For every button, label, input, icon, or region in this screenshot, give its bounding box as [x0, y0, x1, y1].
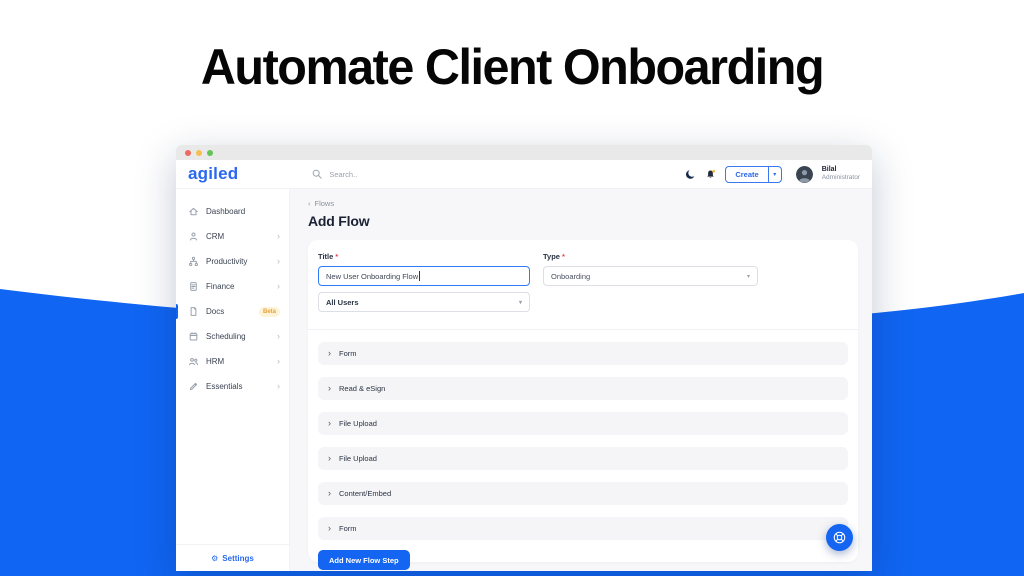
people-icon — [188, 356, 199, 367]
type-field: Type * Onboarding ▾ — [543, 252, 758, 286]
user-avatar[interactable] — [795, 165, 813, 183]
flow-step-content-embed[interactable]: › Content/Embed — [318, 482, 848, 505]
chevron-right-icon: › — [328, 523, 331, 533]
sidebar-item-docs[interactable]: Docs Beta — [176, 299, 289, 324]
pen-icon — [188, 381, 199, 392]
search-box[interactable] — [312, 168, 423, 180]
flow-step-form-1[interactable]: › Form — [318, 342, 848, 365]
search-icon — [312, 169, 323, 179]
sidebar-item-finance[interactable]: Finance › — [176, 274, 289, 299]
maximize-window-button[interactable] — [207, 149, 213, 156]
user-menu[interactable]: Bilal Administrator — [822, 166, 860, 183]
section-divider — [308, 329, 858, 330]
sidebar-item-crm[interactable]: CRM › — [176, 224, 289, 249]
caret-down-icon: ▾ — [746, 273, 750, 280]
flow-step-file-upload-1[interactable]: › File Upload — [318, 412, 848, 435]
settings-label: Settings — [222, 553, 254, 563]
user-role: Administrator — [821, 174, 860, 182]
back-icon: ‹ — [308, 199, 311, 208]
sidebar-item-essentials[interactable]: Essentials › — [176, 374, 289, 399]
chevron-right-icon: › — [277, 331, 280, 341]
sidebar-item-dashboard[interactable]: Dashboard — [176, 199, 289, 224]
create-split-button: Create ▾ — [725, 165, 782, 183]
home-icon — [188, 206, 199, 217]
sidebar-item-hrm[interactable]: HRM › — [176, 349, 289, 374]
add-new-flow-step-button[interactable]: Add New Flow Step — [318, 550, 410, 570]
chevron-right-icon: › — [277, 356, 280, 366]
app-window: agiled Create ▾ Bilal Administrat — [176, 145, 872, 571]
text-cursor — [419, 271, 421, 281]
calendar-icon — [188, 331, 199, 342]
sidebar-item-scheduling[interactable]: Scheduling › — [176, 324, 289, 349]
type-label: Type * — [543, 252, 565, 261]
chevron-right-icon: › — [277, 231, 280, 241]
chevron-right-icon: › — [328, 383, 331, 393]
flow-title-input[interactable]: New User Onboarding Flow — [318, 266, 530, 286]
create-button[interactable]: Create — [726, 167, 767, 182]
caret-down-icon: ▾ — [773, 171, 777, 178]
create-dropdown-button[interactable]: ▾ — [767, 166, 781, 182]
hierarchy-icon — [188, 256, 199, 267]
chevron-right-icon: › — [328, 348, 331, 358]
help-fab[interactable] — [826, 524, 853, 551]
chevron-right-icon: › — [328, 453, 331, 463]
chevron-right-icon: › — [277, 381, 280, 391]
moon-icon — [686, 169, 695, 179]
breadcrumb[interactable]: ‹ Flows — [308, 199, 858, 208]
chevron-right-icon: › — [277, 281, 280, 291]
notifications-button[interactable] — [705, 169, 716, 180]
lifebuoy-icon — [833, 531, 846, 544]
audience-select[interactable]: All Users ▾ — [318, 292, 530, 312]
main-content: ‹ Flows Add Flow Title * New User Onboard… — [290, 189, 872, 571]
user-icon — [188, 231, 199, 242]
flow-step-form-2[interactable]: › Form — [318, 517, 848, 540]
bell-icon — [707, 169, 716, 178]
document-icon — [188, 306, 199, 317]
caret-down-icon: ▾ — [518, 299, 522, 306]
search-input[interactable] — [327, 168, 423, 180]
flow-form-card: Title * New User Onboarding Flow Type * On… — [308, 240, 858, 570]
gear-icon: ⚙ — [211, 553, 219, 563]
header-actions: Create ▾ Bilal Administrator — [685, 165, 860, 183]
sidebar: Dashboard CRM › Productivity › Finance ›… — [176, 189, 290, 571]
sidebar-settings-button[interactable]: ⚙ Settings — [176, 544, 289, 571]
chevron-right-icon: › — [328, 488, 331, 498]
window-titlebar — [176, 145, 872, 160]
dark-mode-toggle[interactable] — [685, 169, 696, 180]
breadcrumb-label: Flows — [314, 199, 335, 208]
required-mark: * — [561, 252, 565, 261]
chevron-right-icon: › — [328, 418, 331, 428]
app-header: agiled Create ▾ Bilal Administrat — [176, 160, 872, 189]
flow-step-file-upload-2[interactable]: › File Upload — [318, 447, 848, 470]
title-field: Title * New User Onboarding Flow — [318, 252, 530, 286]
minimize-window-button[interactable] — [196, 149, 202, 156]
user-name: Bilal — [821, 165, 837, 173]
title-label: Title * — [318, 252, 339, 261]
brand-logo[interactable]: agiled — [188, 164, 238, 184]
close-window-button[interactable] — [185, 149, 191, 156]
chevron-right-icon: › — [277, 256, 280, 266]
hero-title: Automate Client Onboarding — [200, 39, 825, 95]
beta-badge: Beta — [258, 306, 280, 317]
flow-step-read-esign[interactable]: › Read & eSign — [318, 377, 848, 400]
sidebar-item-productivity[interactable]: Productivity › — [176, 249, 289, 274]
required-mark: * — [335, 252, 339, 261]
invoice-icon — [188, 281, 199, 292]
flow-type-select[interactable]: Onboarding ▾ — [543, 266, 758, 286]
page-title: Add Flow — [308, 213, 370, 229]
